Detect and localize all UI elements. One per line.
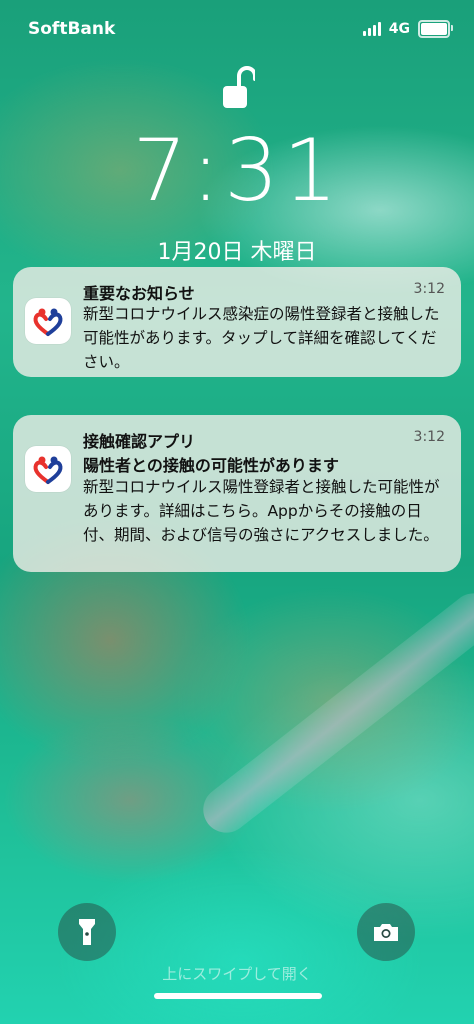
camera-button[interactable]: [357, 903, 415, 961]
cocoa-app-icon: [25, 446, 71, 492]
notification-title: 接触確認アプリ: [83, 432, 196, 451]
flashlight-icon: [79, 919, 95, 945]
signal-icon: [362, 22, 381, 36]
unlocked-icon: [223, 66, 255, 108]
flashlight-button[interactable]: [58, 903, 116, 961]
clock-date: 1月20日 木曜日: [157, 240, 317, 265]
network-type: 4G: [388, 21, 410, 37]
battery-icon: [418, 20, 453, 38]
swipe-to-open-hint: 上にスワイプして開く: [162, 965, 312, 983]
notification-contact-app[interactable]: 接触確認アプリ 3:12 陽性者との接触の可能性があります 新型コロナウイルス陽…: [13, 415, 461, 572]
notification-title: 重要なお知らせ: [83, 284, 195, 303]
notification-time: 3:12: [413, 281, 445, 297]
notification-subtitle: 陽性者との接触の可能性があります: [83, 456, 339, 475]
notification-time: 3:12: [413, 429, 445, 445]
cocoa-app-icon: [25, 298, 71, 344]
carrier-name: SoftBank: [28, 19, 116, 39]
clock-time: 7:31: [132, 121, 342, 221]
camera-icon: [374, 924, 398, 941]
notification-body: 新型コロナウイルス感染症の陽性登録者と接触した可能性があります。タップして詳細を…: [83, 305, 440, 371]
status-indicators: 4G: [362, 20, 453, 38]
home-indicator[interactable]: [154, 993, 322, 999]
notification-body: 新型コロナウイルス陽性登録者と接触した可能性があります。詳細はこちら。Appから…: [83, 478, 440, 544]
wallpaper-squid-streak: [193, 584, 474, 842]
notification-important-notice[interactable]: 重要なお知らせ 3:12 新型コロナウイルス感染症の陽性登録者と接触した可能性が…: [13, 267, 461, 377]
